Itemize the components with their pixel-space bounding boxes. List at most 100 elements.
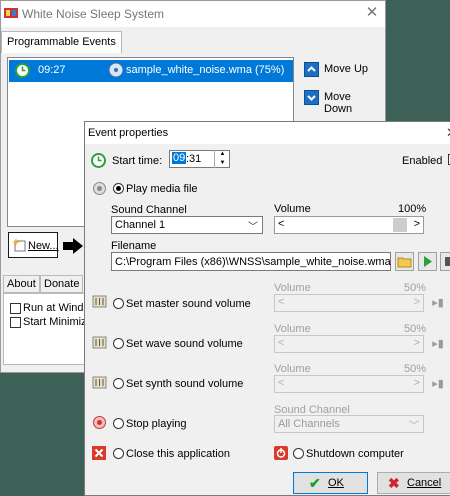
stop-playing-icon (93, 416, 106, 429)
clock-icon (15, 63, 30, 78)
event-time: 09:27 (38, 64, 66, 76)
stop-button[interactable] (440, 252, 450, 271)
dialog-title: Event properties (88, 127, 169, 139)
stop-sound-channel-select[interactable]: All Channels ﹀ (274, 415, 424, 433)
ok-button[interactable]: ✔ OK (293, 472, 368, 494)
chevron-down-icon: ﹀ (248, 222, 258, 233)
spin-down-icon[interactable]: ▼ (215, 159, 230, 168)
stop-playing-label: Stop playing (126, 418, 187, 430)
wave-volume-percent: 50% (404, 323, 427, 335)
close-icon[interactable]: ✕ (446, 125, 450, 141)
new-event-button[interactable]: New... (8, 232, 59, 258)
spin-up-icon[interactable]: ▲ (215, 150, 230, 159)
chevron-left-icon[interactable]: < (278, 377, 284, 389)
start-minimized-label: Start Minimized (23, 316, 85, 328)
run-at-windows-label: Run at Windows (23, 302, 85, 314)
folder-icon (397, 257, 412, 268)
chevron-right-icon[interactable]: > (414, 296, 420, 308)
filename-label: Filename (111, 240, 157, 252)
play-media-radio[interactable] (113, 183, 124, 194)
ok-label: OK (328, 477, 344, 489)
volume-mixer-icon (92, 295, 107, 308)
filename-value: C:\Program Files (x86)\WNSS\sample_white… (115, 256, 391, 268)
close-app-label: Close this application (126, 448, 230, 460)
chevron-left-icon[interactable]: < (278, 296, 284, 308)
chevron-right-icon[interactable]: > (414, 377, 420, 389)
main-titlebar[interactable]: White Noise Sleep System ✕ (1, 1, 385, 27)
sound-channel-label: Sound Channel (111, 204, 187, 216)
speaker-icon (93, 182, 106, 195)
run-at-windows-checkbox[interactable] (10, 303, 21, 314)
start-time-hours[interactable]: 09 (172, 152, 187, 164)
move-up-button[interactable]: Move Up (302, 59, 377, 81)
new-label: New... (28, 240, 59, 252)
enabled-label: Enabled (402, 155, 443, 167)
dialog-titlebar[interactable]: Event properties ✕ (85, 122, 450, 144)
play-button[interactable] (418, 252, 437, 271)
wave-volume-label: Set wave sound volume (126, 338, 243, 350)
volume-percent: 100% (398, 203, 427, 215)
wave-volume-caption: Volume (274, 323, 311, 335)
wave-volume-radio[interactable] (113, 338, 124, 349)
window-title: White Noise Sleep System (22, 7, 165, 21)
synth-volume-label: Set synth sound volume (126, 378, 244, 390)
play-icon (424, 256, 432, 267)
clock-icon (91, 153, 106, 168)
cancel-button[interactable]: ✖ Cancel (377, 472, 450, 494)
checkmark-icon: ✔ (309, 475, 321, 491)
sound-channel-value: Channel 1 (115, 219, 166, 231)
new-star-icon (12, 238, 26, 252)
chevron-left-icon[interactable]: < (278, 218, 284, 230)
chevron-right-icon[interactable]: > (414, 337, 420, 349)
synth-volume-radio[interactable] (113, 378, 124, 389)
wave-apply-icon[interactable]: ▸▮ (430, 336, 446, 352)
volume-label: Volume (274, 203, 311, 215)
stop-sound-channel-value: All Channels (278, 418, 340, 430)
media-file-icon (108, 62, 124, 78)
list-item[interactable]: 09:27 sample_white_noise.wma (75%) (9, 60, 293, 82)
browse-button[interactable] (395, 252, 414, 271)
close-icon[interactable]: ✕ (363, 4, 381, 22)
synth-volume-percent: 50% (404, 363, 427, 375)
master-volume-slider[interactable]: < > (274, 294, 424, 312)
master-volume-label: Set master sound volume (126, 298, 251, 310)
volume-mixer-icon (92, 376, 107, 389)
filename-input[interactable]: C:\Program Files (x86)\WNSS\sample_white… (111, 252, 391, 271)
chevron-down-icon (304, 90, 319, 105)
close-app-icon (92, 446, 106, 460)
cancel-x-icon: ✖ (388, 475, 400, 491)
shutdown-label: Shutdown computer (306, 448, 404, 460)
start-minimized-checkbox[interactable] (10, 317, 21, 328)
volume-slider[interactable]: < > (274, 216, 424, 234)
move-down-button[interactable]: Move Down (302, 87, 377, 115)
master-volume-caption: Volume (274, 282, 311, 294)
chevron-left-icon[interactable]: < (278, 337, 284, 349)
move-down-label: Move Down (324, 91, 353, 115)
chevron-right-icon[interactable]: > (414, 218, 420, 230)
start-time-minutes[interactable]: :31 (186, 153, 201, 165)
start-time-label: Start time: (112, 155, 163, 167)
arrow-right-icon (63, 238, 83, 254)
master-volume-radio[interactable] (113, 298, 124, 309)
tab-about[interactable]: About (3, 275, 40, 293)
power-icon (274, 446, 288, 460)
master-apply-icon[interactable]: ▸▮ (430, 295, 446, 311)
start-time-spinner[interactable]: ▲ ▼ (214, 150, 229, 168)
tab-programmable-events[interactable]: Programmable Events (1, 31, 122, 53)
shutdown-radio[interactable] (293, 448, 304, 459)
synth-volume-slider[interactable]: < > (274, 375, 424, 393)
master-volume-percent: 50% (404, 282, 427, 294)
synth-apply-icon[interactable]: ▸▮ (430, 376, 446, 392)
volume-slider-thumb[interactable] (393, 218, 407, 232)
move-up-label: Move Up (324, 63, 369, 75)
stop-icon (445, 257, 450, 266)
chevron-up-icon (304, 62, 319, 77)
app-icon (4, 8, 18, 18)
close-app-radio[interactable] (113, 448, 124, 459)
wave-volume-slider[interactable]: < > (274, 335, 424, 353)
tab-donate[interactable]: Donate (40, 275, 84, 293)
stop-playing-radio[interactable] (113, 418, 124, 429)
sound-channel-select[interactable]: Channel 1 ﹀ (111, 216, 263, 234)
event-properties-dialog: Event properties ✕ Start time: 09 :31 ▲ … (84, 121, 450, 496)
synth-volume-caption: Volume (274, 363, 311, 375)
